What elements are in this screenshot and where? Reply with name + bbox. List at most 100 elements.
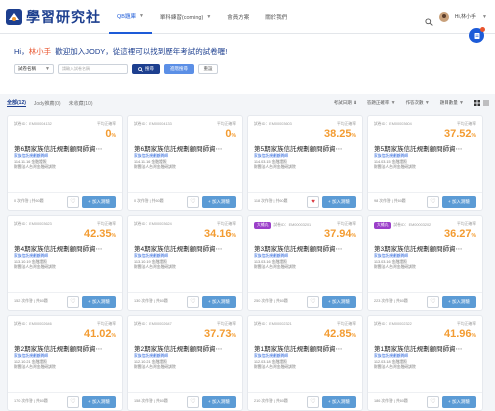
favorite-heart-icon[interactable]: ♡ [187, 195, 199, 208]
chevron-down-icon: ▼ [424, 100, 430, 106]
favorite-heart-icon[interactable]: ♡ [307, 295, 319, 308]
exam-card[interactable]: 試卷ID：EM00003604 平均正確率 37.52% 第5期家族信託規劃顧問… [367, 115, 483, 211]
add-to-test-button[interactable]: + 加入測驗 [82, 395, 116, 408]
tab-all[interactable]: 全部(12) [7, 99, 26, 107]
favorite-heart-icon[interactable]: ♥ [307, 195, 319, 208]
avatar[interactable] [438, 11, 449, 22]
exam-org: 財團法人台灣金融研訓院 [374, 365, 416, 369]
favorite-heart-icon[interactable]: ♡ [67, 295, 79, 308]
add-to-test-button[interactable]: + 加入測驗 [202, 395, 236, 408]
exam-id: 試卷ID：EM00003604 [374, 122, 412, 127]
menu-membership[interactable]: 會員方案 [219, 0, 257, 34]
greeting-name: 林小手 [28, 47, 52, 56]
exam-card[interactable]: 大補丸 試卷ID：EM00003201 平均正確率 37.94% 第3期家族信託規… [247, 215, 363, 311]
exam-card[interactable]: 試卷ID：EM00002647 平均正確率 37.73% 第2期家族信託規劃顧問… [127, 315, 243, 411]
avg-score: 37.73% [204, 328, 236, 340]
exam-card[interactable]: 試卷ID：EM00002646 平均正確率 41.02% 第2期家族信託規劃顧問… [7, 315, 123, 411]
chevron-down-icon: ▼ [459, 100, 464, 106]
card-footer: 118 次作答 | 共60題 ♥ + 加入測驗 [248, 192, 362, 210]
menu-about[interactable]: 關於我們 [257, 0, 295, 34]
attempt-count: 130 次作答 | 共60題 [134, 299, 168, 303]
field-select[interactable]: 試卷名稱 ▼ [14, 64, 54, 74]
card-footer: 98 次作答 | 共60題 ♡ + 加入測驗 [368, 192, 482, 210]
exam-id: 大補丸 試卷ID：EM00003201 [254, 222, 311, 229]
list-view-icon[interactable] [483, 100, 489, 106]
exam-org: 財團法人台灣金融研訓院 [254, 365, 296, 369]
add-to-test-label: 加入測驗 [91, 198, 110, 204]
search-input[interactable]: 請輸入試卷名稱 [58, 64, 128, 74]
favorite-heart-icon[interactable]: ♡ [67, 195, 79, 208]
add-to-test-button[interactable]: + 加入測驗 [442, 295, 476, 308]
add-to-test-label: 加入測驗 [91, 298, 110, 304]
sort-accuracy[interactable]: 答題正確率 ▼ [367, 100, 396, 106]
exam-id: 試卷ID：EM00003624 [134, 222, 172, 227]
exam-id-text: 試卷ID：EM00002647 [134, 322, 172, 326]
exam-card[interactable]: 大補丸 試卷ID：EM00003202 平均正確率 36.27% 第3期家族信託規… [367, 215, 483, 311]
chevron-down-icon[interactable]: ▼ [482, 14, 487, 20]
favorite-heart-icon[interactable]: ♡ [187, 295, 199, 308]
exam-card[interactable]: 試卷ID：EM00003623 平均正確率 42.35% 第4期家族信託規劃顧問… [7, 215, 123, 311]
exam-title[interactable]: 第2期家族信託規劃顧問師資⋯ [134, 343, 239, 353]
attempt-count: 186 次作答 | 共60題 [374, 399, 408, 403]
exam-title[interactable]: 第4期家族信託規劃顧問師資⋯ [14, 243, 119, 253]
menu-single-subject[interactable]: 單科練習(coming) ▼ [152, 0, 219, 34]
tab-not-saved[interactable]: 未收藏(10) [69, 100, 93, 107]
exam-card[interactable]: 試卷ID：EM00004132 平均正確率 0% 第6期家族信託規劃顧問師資⋯ … [7, 115, 123, 211]
exam-title[interactable]: 第2期家族信託規劃顧問師資⋯ [14, 343, 119, 353]
card-footer: 186 次作答 | 共60題 ♡ + 加入測驗 [368, 392, 482, 410]
arrow-down-icon: ⬇ [353, 100, 357, 105]
tag-badge: 大補丸 [254, 222, 272, 229]
advanced-search-button[interactable]: 進階搜尋 [164, 64, 194, 74]
notification-button[interactable] [469, 27, 485, 43]
add-to-test-button[interactable]: + 加入測驗 [322, 295, 356, 308]
favorite-heart-icon[interactable]: ♡ [67, 395, 79, 408]
brand-logo[interactable]: 學習研究社 [5, 0, 101, 34]
add-to-test-button[interactable]: + 加入測驗 [442, 195, 476, 208]
add-to-test-button[interactable]: + 加入測驗 [82, 295, 116, 308]
favorite-heart-icon[interactable]: ♡ [307, 395, 319, 408]
exam-card[interactable]: 試卷ID：EM00002321 平均正確率 42.85% 第1期家族信託規劃顧問… [247, 315, 363, 411]
sort-questions[interactable]: 題目數量 ▼ [440, 100, 464, 106]
exam-id: 試卷ID：EM00002647 [134, 322, 172, 327]
exam-card[interactable]: 試卷ID：EM00003624 平均正確率 34.16% 第4期家族信託規劃顧問… [127, 215, 243, 311]
avg-label: 平均正確率 [217, 322, 236, 326]
attempt-count-value: 250 次作答 [254, 299, 273, 303]
add-to-test-button[interactable]: + 加入測驗 [442, 395, 476, 408]
logo-icon [5, 8, 23, 26]
sort-attempts[interactable]: 作答次數 ▼ [406, 100, 430, 106]
add-to-test-button[interactable]: + 加入測驗 [202, 295, 236, 308]
add-to-test-button[interactable]: + 加入測驗 [322, 195, 356, 208]
exam-card[interactable]: 試卷ID：EM00003603 平均正確率 38.25% 第5期家族信託規劃顧問… [247, 115, 363, 211]
add-to-test-button[interactable]: + 加入測驗 [82, 195, 116, 208]
exam-card[interactable]: 試卷ID：EM00002322 平均正確率 41.96% 第1期家族信託規劃顧問… [367, 315, 483, 411]
exam-title[interactable]: 第3期家族信託規劃顧問師資⋯ [374, 243, 479, 253]
search-button[interactable]: 搜尋 [132, 64, 160, 74]
add-to-test-button[interactable]: + 加入測驗 [322, 395, 356, 408]
exam-title[interactable]: 第5期家族信託規劃顧問師資⋯ [254, 143, 359, 153]
add-to-test-button[interactable]: + 加入測驗 [202, 195, 236, 208]
search-icon[interactable] [425, 13, 433, 26]
favorite-heart-icon[interactable]: ♡ [427, 295, 439, 308]
favorite-heart-icon[interactable]: ♡ [187, 395, 199, 408]
exam-title[interactable]: 第1期家族信託規劃顧問師資⋯ [254, 343, 359, 353]
sort-exam-date[interactable]: 考試日期 ⬇ [334, 100, 357, 106]
exam-org: 財團法人台灣金融研訓院 [14, 165, 56, 169]
avg-label: 平均正確率 [217, 122, 236, 126]
grid-view-icon[interactable] [474, 100, 480, 106]
exam-title[interactable]: 第5期家族信託規劃顧問師資⋯ [374, 143, 479, 153]
avg-score: 41.02% [84, 328, 116, 340]
tab-jody-recommended[interactable]: Jody推薦(0) [34, 100, 61, 107]
user-name[interactable]: Hi,林小手 [455, 13, 476, 20]
card-footer: 152 次作答 | 共60題 ♡ + 加入測驗 [8, 292, 122, 310]
exam-title[interactable]: 第1期家族信託規劃顧問師資⋯ [374, 343, 479, 353]
card-footer: 158 次作答 | 共60題 ♡ + 加入測驗 [128, 392, 242, 410]
exam-title[interactable]: 第3期家族信託規劃顧問師資⋯ [254, 243, 359, 253]
favorite-heart-icon[interactable]: ♡ [427, 195, 439, 208]
reset-button[interactable]: 重設 [198, 64, 218, 74]
menu-qb[interactable]: QB題庫 ▼ [109, 0, 152, 34]
favorite-heart-icon[interactable]: ♡ [427, 395, 439, 408]
exam-title[interactable]: 第6期家族信託規劃顧問師資⋯ [134, 143, 239, 153]
exam-title[interactable]: 第4期家族信託規劃顧問師資⋯ [134, 243, 239, 253]
exam-title[interactable]: 第6期家族信託規劃顧問師資⋯ [14, 143, 119, 153]
exam-card[interactable]: 試卷ID：EM00004133 平均正確率 0% 第6期家族信託規劃顧問師資⋯ … [127, 115, 243, 211]
